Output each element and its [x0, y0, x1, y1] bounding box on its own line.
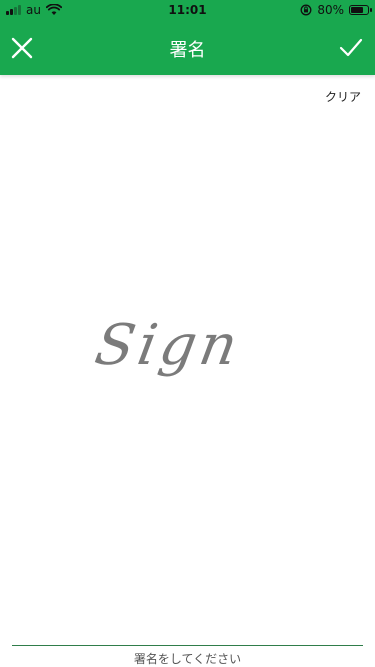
battery-icon [349, 5, 372, 15]
signature-placeholder: Sign [90, 313, 247, 378]
signature-guide-line [12, 645, 363, 646]
confirm-button[interactable] [337, 34, 365, 62]
app-header: au 11:01 80% 署名 [0, 0, 375, 75]
signature-pad[interactable]: Sign [90, 313, 276, 418]
orientation-lock-icon [300, 4, 312, 16]
signature-hint: 署名をしてください [133, 652, 242, 666]
check-icon [339, 38, 363, 57]
battery-fill [351, 7, 363, 13]
clear-button[interactable]: クリア [325, 88, 361, 105]
battery-percent: 80% [317, 3, 344, 17]
status-bar: au 11:01 80% [0, 0, 375, 20]
status-right-group: 80% [300, 3, 372, 17]
page-title: 署名 [169, 40, 206, 61]
